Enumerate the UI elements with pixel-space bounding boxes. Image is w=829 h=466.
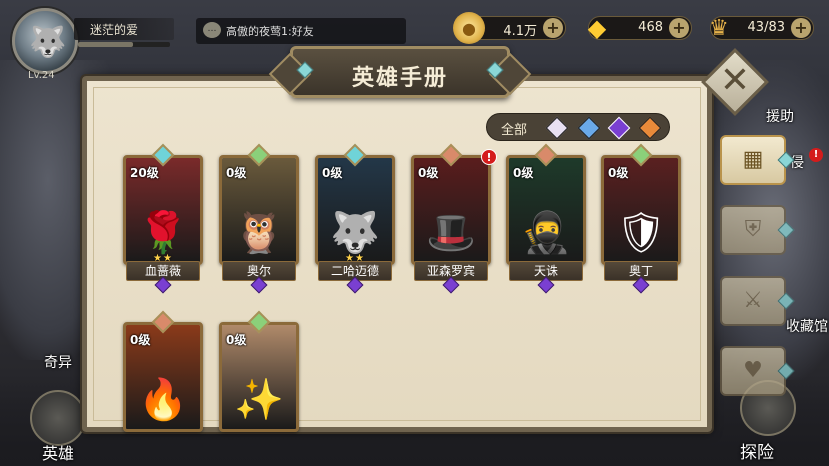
filter-light-icon[interactable] [545, 116, 569, 140]
hero-figure-icon: ✨ [234, 377, 284, 423]
hero-portrait: 🦉 0级 [219, 155, 299, 265]
heart-icon: ♥ [743, 358, 763, 383]
hero-figure-icon: 🐺 [330, 210, 380, 256]
xp-bar [78, 42, 170, 47]
hero-portrait: 🌹 20级 ★★ [123, 155, 203, 265]
gem-counter: ◆ 468 + [588, 14, 692, 42]
invade-alert-badge: ! [809, 148, 823, 162]
hero-portrait: 🐺 0级 ★★ [315, 155, 395, 265]
hero-portrait: ✨ 0级 [219, 322, 299, 432]
hero-portrait: 🔥 0级 [123, 322, 203, 432]
collection-label[interactable]: 收藏馆 [786, 316, 828, 336]
hero-figure-icon: 🔥 [138, 377, 188, 423]
filter-dark-icon[interactable] [607, 116, 631, 140]
stamina-value: 43/83 [747, 20, 785, 35]
explore-nav-label[interactable]: 探险 [740, 438, 774, 463]
filter-water-icon[interactable] [577, 116, 601, 140]
hero-portrait: 🛡 0级 [601, 155, 681, 265]
hero-card[interactable]: ✨ 0级 [219, 310, 299, 460]
shield-icon: ⛨ [744, 217, 762, 242]
add-stamina-button[interactable]: + [791, 18, 811, 38]
wolf-portrait-icon: 🐺 [29, 25, 67, 60]
hero-card[interactable]: 🔥 0级 [123, 310, 203, 460]
hero-card[interactable]: 🛡 0级 奥丁 [601, 143, 681, 294]
hero-figure-icon: 🛡 [615, 210, 667, 256]
tab-heart[interactable]: ♥ [720, 346, 795, 396]
chat-ticker[interactable]: … 高傲的夜莺1:好友 [196, 18, 406, 44]
tab-sword[interactable]: ⚔ [720, 276, 795, 326]
stamina-icon: ♛ [709, 15, 729, 41]
gem-value: 468 [638, 20, 663, 35]
chat-bubble-icon: … [203, 22, 221, 38]
hero-card[interactable]: 🐺 0级 ★★ 二哈迈德 [315, 143, 395, 294]
player-level: Lv.24 [28, 70, 55, 81]
gold-counter: ● 4.1万 + [453, 12, 566, 44]
hero-figure-icon: 🎩 [426, 210, 476, 256]
title-plate: 英雄手册 [290, 46, 510, 98]
hero-figure-icon: 🌹 [138, 210, 188, 256]
hero-card[interactable]: 🎩 0级 亚森罗宾! [411, 143, 497, 294]
hero-level: 0级 [418, 166, 439, 180]
player-avatar[interactable]: 🐺 [12, 8, 78, 74]
hero-level: 0级 [226, 333, 247, 347]
grid-icon: ▦ [742, 147, 764, 172]
hero-portrait: 🥷 0级 [506, 155, 586, 265]
filter-fire-icon[interactable] [638, 116, 662, 140]
alert-badge: ! [481, 149, 497, 165]
hero-figure-icon: 🦉 [234, 210, 284, 256]
xp-fill [78, 42, 134, 47]
tab-hero-list[interactable]: ▦ [720, 135, 795, 185]
stamina-counter: ♛ 43/83 + [709, 16, 814, 41]
hero-level: 0级 [130, 333, 151, 347]
strange-label[interactable]: 奇异 [44, 352, 72, 372]
add-gem-button[interactable]: + [669, 18, 689, 38]
hero-level: 20级 [130, 166, 159, 180]
filter-all-button[interactable]: 全部 [501, 119, 527, 138]
heroes-nav-label[interactable]: 英雄 [42, 440, 74, 464]
diamond-icon: ◆ [587, 14, 607, 42]
hero-portrait: 🎩 0级 [411, 155, 491, 265]
hero-card[interactable]: 🌹 20级 ★★ 血蔷薇 [123, 143, 203, 294]
close-icon[interactable]: ✕ [711, 58, 759, 106]
player-name: 迷茫的爱 [74, 18, 174, 40]
panel-title: 英雄手册 [351, 66, 448, 91]
hero-level: 0级 [608, 166, 629, 180]
hero-level: 0级 [226, 166, 247, 180]
tab-shield[interactable]: ⛨ [720, 205, 795, 255]
hero-level: 0级 [322, 166, 343, 180]
faction-filter-bar: 全部 [486, 113, 670, 141]
assist-label[interactable]: 援助 [766, 106, 794, 126]
hero-level: 0级 [513, 166, 534, 180]
add-gold-button[interactable]: + [543, 18, 563, 38]
hero-card[interactable]: 🦉 0级 奥尔 [219, 143, 299, 294]
sword-icon: ⚔ [743, 288, 763, 313]
hero-figure-icon: 🥷 [521, 210, 571, 256]
heroes-nav-icon[interactable] [30, 390, 86, 446]
hero-card[interactable]: 🥷 0级 天诛 [506, 143, 586, 294]
chat-message: 高傲的夜莺1:好友 [226, 25, 314, 38]
gold-coin-icon: ● [453, 12, 485, 44]
gold-value: 4.1万 [503, 24, 537, 39]
